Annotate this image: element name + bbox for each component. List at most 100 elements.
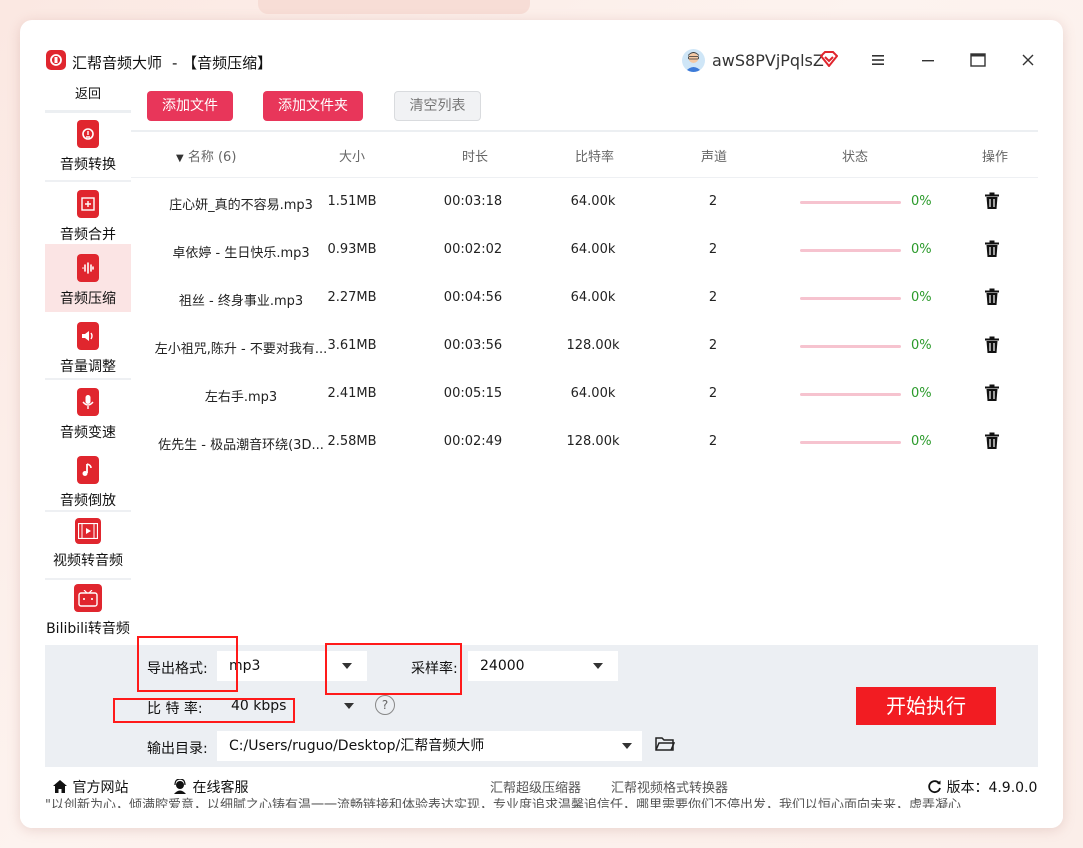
film-icon [75, 518, 101, 544]
home-icon [53, 780, 67, 793]
sidebar-item-speed[interactable]: 音频变速 [45, 388, 131, 448]
close-icon[interactable] [1016, 48, 1040, 72]
file-size: 2.27MB [327, 290, 377, 305]
sidebar-item-bilibili[interactable]: Bilibili转音频 [45, 584, 131, 644]
progress-bar [800, 393, 901, 396]
vip-diamond-icon[interactable] [820, 51, 838, 67]
file-duration: 00:02:02 [443, 242, 503, 257]
file-channels: 2 [708, 434, 718, 449]
file-bitrate: 64.00k [570, 290, 616, 305]
footer: 官方网站 在线客服 汇帮超级压缩器 汇帮视频格式转换器 版本：4.9.0.0 "… [20, 767, 1063, 828]
start-button[interactable]: 开始执行 [856, 687, 996, 725]
trash-icon[interactable] [984, 288, 1000, 306]
maximize-icon[interactable] [966, 48, 990, 72]
add-folder-button[interactable]: 添加文件夹 [263, 91, 363, 121]
app-window: 汇帮音频大师 - 【音频压缩】 awS8PVjPqlsZ 返回 音频转换 音频合… [20, 20, 1063, 828]
sidebar-item-audio-merge[interactable]: 音频合并 [45, 188, 131, 250]
website-link[interactable]: 官方网站 [52, 777, 128, 797]
file-bitrate: 64.00k [570, 386, 616, 401]
trash-icon[interactable] [984, 336, 1000, 354]
progress-bar [800, 297, 901, 300]
volume-icon [77, 322, 99, 350]
progress-bar [800, 249, 901, 252]
progress-bar [800, 441, 901, 444]
sample-rate-select[interactable]: 24000 [468, 651, 618, 681]
divider [45, 510, 131, 512]
file-channels: 2 [708, 386, 718, 401]
sidebar-item-volume[interactable]: 音量调整 [45, 322, 131, 382]
sidebar-item-label: Bilibili转音频 [46, 621, 130, 637]
sidebar-item-label: 音频变速 [60, 425, 116, 441]
sidebar-item-video-to-audio[interactable]: 视频转音频 [45, 518, 131, 576]
table-row[interactable]: 佐先生 - 极品潮音环绕(3D... 2.58MB 00:02:49 128.0… [131, 418, 1038, 466]
sidebar-item-audio-compress[interactable]: 音频压缩 [45, 244, 131, 312]
product-link-1[interactable]: 汇帮超级压缩器 [490, 777, 581, 796]
table-row[interactable]: 祖丝 - 终身事业.mp3 2.27MB 00:04:56 64.00k 2 0… [131, 274, 1038, 322]
file-size: 0.93MB [327, 242, 377, 257]
progress-percent: 0% [911, 386, 932, 401]
trash-icon[interactable] [984, 192, 1000, 210]
sidebar-item-audio-convert[interactable]: 音频转换 [45, 118, 131, 180]
file-bitrate: 128.00k [566, 338, 620, 353]
app-logo-icon [46, 50, 66, 70]
progress-bar [800, 201, 901, 204]
file-channels: 2 [708, 242, 718, 257]
clear-list-button[interactable]: 清空列表 [394, 91, 481, 121]
chevron-down-icon [622, 743, 632, 749]
trash-icon[interactable] [984, 240, 1000, 258]
progress-percent: 0% [911, 338, 932, 353]
file-size: 1.51MB [327, 194, 377, 209]
trash-icon[interactable] [984, 432, 1000, 450]
divider [45, 578, 131, 580]
file-size: 3.61MB [327, 338, 377, 353]
output-dir-select[interactable]: C:/Users/ruguo/Desktop/汇帮音频大师 [217, 731, 642, 761]
table-row[interactable]: 卓依婷 - 生日快乐.mp3 0.93MB 00:02:02 64.00k 2 … [131, 226, 1038, 274]
avatar[interactable] [682, 49, 705, 72]
highlight-box [325, 643, 462, 695]
tv-icon [74, 584, 102, 612]
progress-percent: 0% [911, 194, 932, 209]
help-icon[interactable]: ? [375, 695, 395, 715]
app-title: 汇帮音频大师 [72, 54, 163, 72]
toolbar: 添加文件 添加文件夹 清空列表 [131, 80, 1038, 130]
column-header-action: 操作 [982, 150, 1009, 165]
folder-icon[interactable] [655, 736, 675, 752]
file-size: 2.41MB [327, 386, 377, 401]
menu-icon[interactable] [866, 48, 890, 72]
file-duration: 00:02:49 [443, 434, 503, 449]
minimize-icon[interactable] [916, 48, 940, 72]
table-row[interactable]: 左小祖咒,陈升 - 不要对我有... 3.61MB 00:03:56 128.0… [131, 322, 1038, 370]
audio-compress-icon [77, 254, 99, 282]
column-header-name[interactable]: ▼ 名称 (6) [176, 146, 236, 165]
column-header-size: 大小 [339, 150, 366, 165]
column-header-channels: 声道 [701, 150, 728, 165]
audio-merge-icon [77, 190, 99, 218]
sort-desc-icon: ▼ [176, 153, 184, 164]
progress-percent: 0% [911, 290, 932, 305]
highlight-box [137, 636, 238, 692]
support-link[interactable]: 在线客服 [172, 777, 248, 797]
window-subtitle: - 【音频压缩】 [172, 54, 273, 72]
file-table: ▼ 名称 (6) 大小 时长 比特率 声道 状态 操作 庄心妍_真的不容易.mp… [131, 132, 1038, 645]
highlight-box [113, 698, 295, 723]
file-duration: 00:04:56 [443, 290, 503, 305]
table-row[interactable]: 左右手.mp3 2.41MB 00:05:15 64.00k 2 0% [131, 370, 1038, 418]
username[interactable]: awS8PVjPqlsZ [712, 51, 824, 70]
sidebar-item-label: 音频倒放 [60, 493, 116, 509]
refresh-icon [928, 780, 941, 794]
sidebar-item-reverse[interactable]: 音频倒放 [45, 456, 131, 516]
column-header-status: 状态 [842, 150, 869, 165]
file-channels: 2 [708, 338, 718, 353]
add-file-button[interactable]: 添加文件 [147, 91, 233, 121]
product-link-2[interactable]: 汇帮视频格式转换器 [611, 777, 728, 796]
divider [45, 180, 131, 182]
microphone-icon [77, 388, 99, 416]
back-button[interactable]: 返回 [45, 82, 131, 113]
file-duration: 00:03:56 [443, 338, 503, 353]
trash-icon[interactable] [984, 384, 1000, 402]
music-note-icon [77, 456, 99, 484]
news-ticker: "以创新为心，倾满腔爱意，以细腻之心铸有温一一流畅链接和体验表达实现，专业度追求… [45, 798, 961, 808]
version-info[interactable]: 版本：4.9.0.0 [927, 777, 1037, 797]
table-row[interactable]: 庄心妍_真的不容易.mp3 1.51MB 00:03:18 64.00k 2 0… [131, 178, 1038, 226]
sidebar-item-label: 音频转换 [60, 157, 116, 173]
